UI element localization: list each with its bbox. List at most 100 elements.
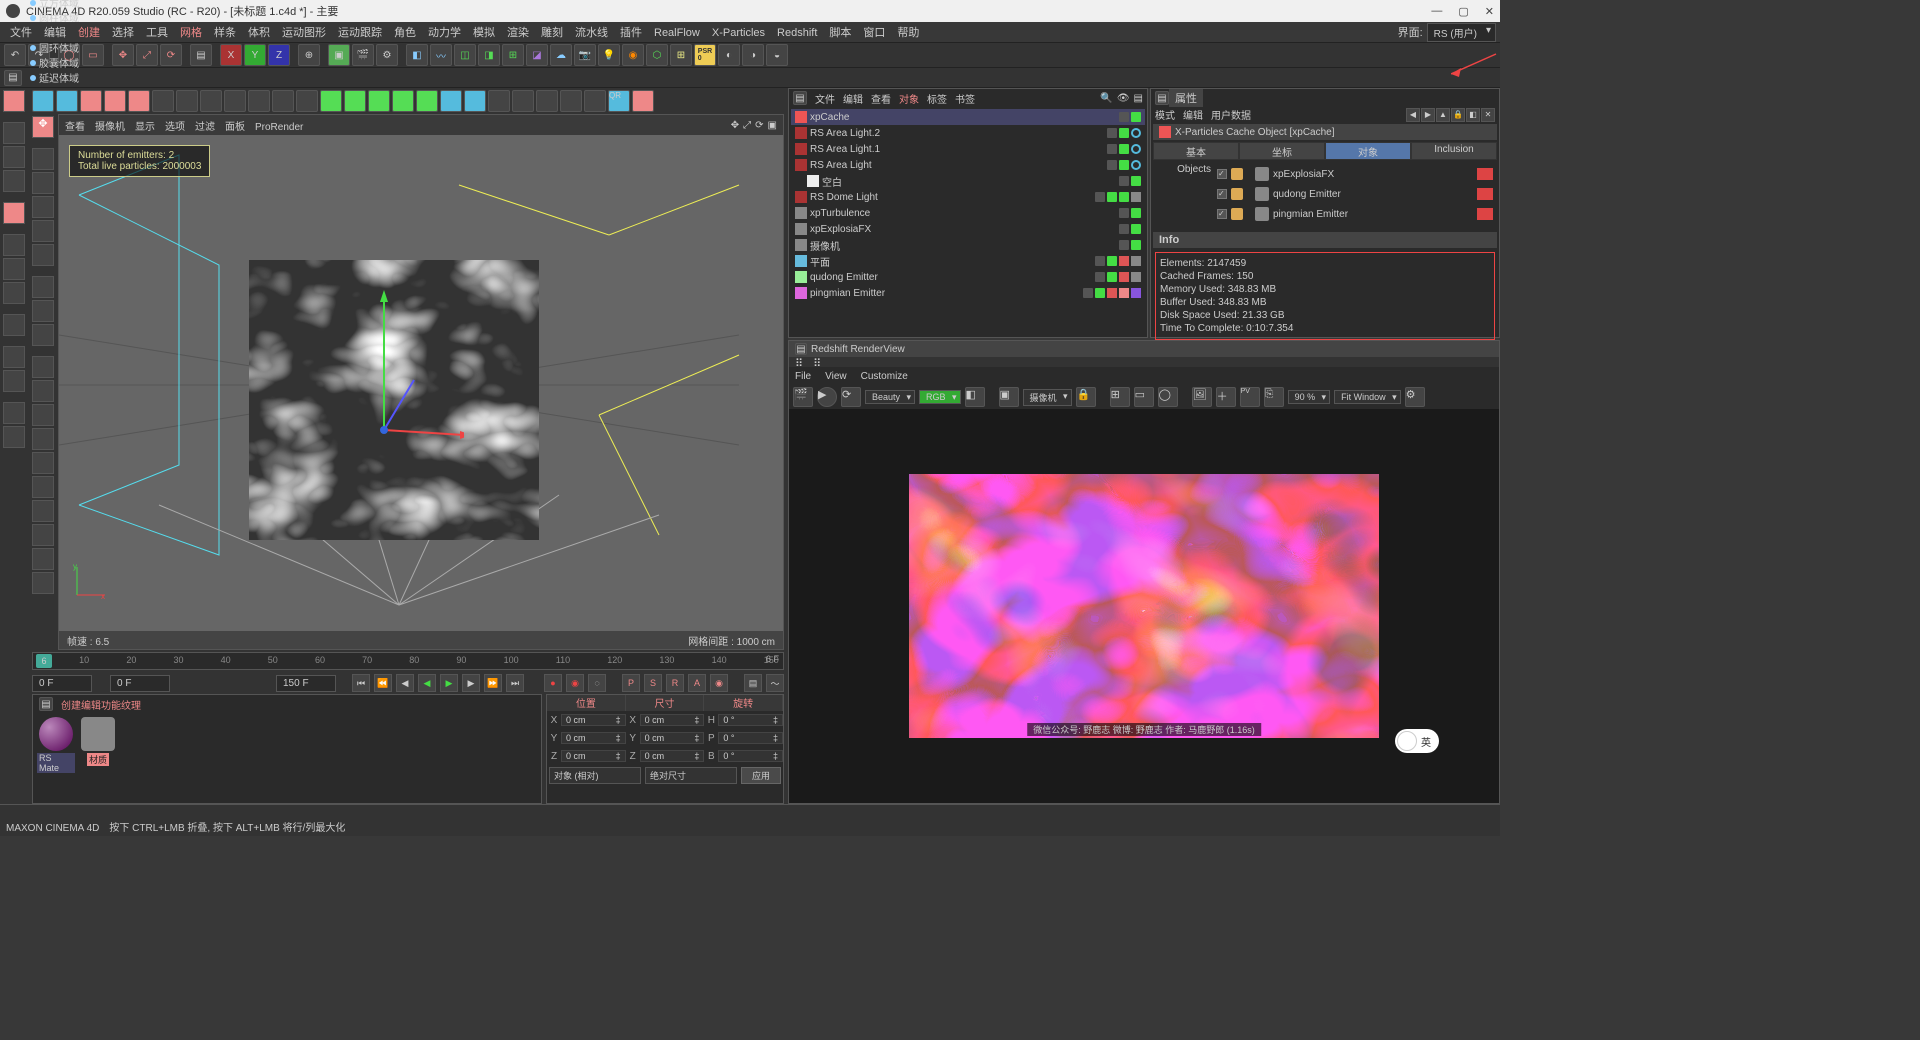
attr-menu-编辑[interactable]: 编辑	[1183, 111, 1203, 122]
vp-menu-查看[interactable]: 查看	[65, 122, 85, 133]
camera-button[interactable]: 📷	[574, 44, 596, 66]
axis-z-button[interactable]: Z	[268, 44, 290, 66]
window-maximize-button[interactable]: ▢	[1458, 5, 1468, 18]
light-button[interactable]: 💡	[598, 44, 620, 66]
prev-frame-button[interactable]: ◀	[396, 674, 414, 692]
vp-tool-4[interactable]	[32, 220, 54, 242]
om-menu-查看[interactable]: 查看	[867, 95, 895, 106]
rv-play-button[interactable]: ▶	[817, 387, 837, 407]
vp-nav-icon-4[interactable]: ▣	[768, 120, 777, 131]
texture-mode-button[interactable]	[3, 146, 25, 168]
xp-btn-10[interactable]	[248, 90, 270, 112]
vp-menu-ProRender[interactable]: ProRender	[255, 122, 303, 133]
layout-dropdown[interactable]: RS (用户)	[1427, 23, 1496, 42]
rv-bucket-icon[interactable]: ⊞	[1110, 387, 1130, 407]
coord-pos-Z[interactable]: 0 cm‡	[561, 750, 626, 762]
attr-obj-row-2[interactable]: pingmian Emitter	[1217, 204, 1493, 224]
rv-aov-dropdown[interactable]: Beauty	[865, 390, 915, 404]
window-minimize-button[interactable]: —	[1431, 5, 1442, 18]
mat-tab-纹理[interactable]: 纹理	[121, 701, 141, 712]
om-object-qudong Emitter[interactable]: qudong Emitter	[791, 269, 1145, 285]
om-object-RS Area Light.2[interactable]: RS Area Light.2	[791, 125, 1145, 141]
axis-y-button[interactable]: Y	[244, 44, 266, 66]
material-slot-2[interactable]: 材质	[79, 717, 117, 799]
om-object-RS Area Light[interactable]: RS Area Light	[791, 157, 1145, 173]
prev-key-button[interactable]: ⏪	[374, 674, 392, 692]
rv-settings-icon[interactable]: ⚙	[1405, 387, 1425, 407]
console-icon[interactable]: ▤	[4, 70, 22, 86]
menu-文件[interactable]: 文件	[4, 27, 38, 39]
render-view-button[interactable]: ▣	[328, 44, 350, 66]
xp-btn-13[interactable]	[320, 90, 342, 112]
pos-key-button[interactable]: P	[622, 674, 640, 692]
om-object-pingmian Emitter[interactable]: pingmian Emitter	[791, 285, 1145, 301]
vp-tool-10[interactable]	[32, 380, 54, 402]
ime-indicator[interactable]: 英	[1395, 729, 1439, 753]
make-editable-button[interactable]	[3, 90, 25, 112]
vp-menu-面板[interactable]: 面板	[225, 122, 245, 133]
vp-tool-8[interactable]	[32, 324, 54, 346]
play-backward-button[interactable]: ◀	[418, 674, 436, 692]
rv-viewport[interactable]: 微信公众号: 野鹿志 微博: 野鹿志 作者: 马鹿野郎 (1.16s) 英	[789, 409, 1499, 803]
spline-button[interactable]: 〰	[430, 44, 452, 66]
rv-copy-icon[interactable]: ⎘	[1264, 387, 1284, 407]
xp-btn-23[interactable]	[560, 90, 582, 112]
vp-tool-17[interactable]	[32, 548, 54, 570]
attr-nav-back[interactable]: ◀	[1406, 108, 1420, 122]
environment-button[interactable]: ☁	[550, 44, 572, 66]
om-search-icon[interactable]: 🔍	[1100, 93, 1112, 104]
vp-tool-11[interactable]	[32, 404, 54, 426]
history-button[interactable]: ▤	[190, 44, 212, 66]
menu-渲染[interactable]: 渲染	[501, 27, 535, 39]
coord-pos-X[interactable]: 0 cm‡	[561, 714, 626, 726]
vp-tool-14[interactable]	[32, 476, 54, 498]
vp-menu-选项[interactable]: 选项	[165, 122, 185, 133]
vp-tool-12[interactable]	[32, 428, 54, 450]
xp-btn-9[interactable]	[224, 90, 246, 112]
render-settings-button[interactable]: ⚙	[376, 44, 398, 66]
om-menu-对象[interactable]: 对象	[895, 95, 923, 106]
menu-X-Particles[interactable]: X-Particles	[706, 27, 771, 39]
mat-tab-创建[interactable]: 创建	[61, 701, 81, 712]
rot-key-button[interactable]: R	[666, 674, 684, 692]
menu-雕刻[interactable]: 雕刻	[535, 27, 569, 39]
xp-btn-6[interactable]	[152, 90, 174, 112]
vp-tool-15[interactable]	[32, 500, 54, 522]
rv-crop-icon[interactable]: ▣	[999, 387, 1019, 407]
generator-button[interactable]: ◫	[454, 44, 476, 66]
attr-menu-icon[interactable]: ▤	[1155, 91, 1169, 105]
deformer-button[interactable]: ◪	[526, 44, 548, 66]
vp-nav-icon-3[interactable]: ⟳	[755, 120, 763, 131]
vp-tool-5[interactable]	[32, 244, 54, 266]
om-object-摄像机[interactable]: 摄像机	[791, 237, 1145, 253]
om-menu-编辑[interactable]: 编辑	[839, 95, 867, 106]
vp-tool-16[interactable]	[32, 524, 54, 546]
rv-region-icon[interactable]: ▭	[1134, 387, 1154, 407]
rv-color-icon[interactable]: ◧	[965, 387, 985, 407]
tool-button-2[interactable]: ◑	[742, 44, 764, 66]
tool-button-3[interactable]: ◒	[766, 44, 788, 66]
range-end-field[interactable]: 150 F	[276, 675, 336, 692]
mat-tab-功能[interactable]: 功能	[101, 701, 121, 712]
mat-menu-icon[interactable]: ▤	[39, 697, 53, 711]
attr-new-icon[interactable]: ◧	[1466, 108, 1480, 122]
attr-nav-fwd[interactable]: ▶	[1421, 108, 1435, 122]
goto-end-button[interactable]: ⏭	[506, 674, 524, 692]
menu-RealFlow[interactable]: RealFlow	[648, 27, 706, 39]
next-frame-button[interactable]: ▶	[462, 674, 480, 692]
coord-system-button[interactable]: ⊕	[298, 44, 320, 66]
range-start-field[interactable]: 0 F	[32, 675, 92, 692]
xp-btn-3[interactable]	[80, 90, 102, 112]
xp-emitter-button[interactable]	[56, 90, 78, 112]
attr-obj-row-1[interactable]: qudong Emitter	[1217, 184, 1493, 204]
object-mode-button[interactable]	[3, 202, 25, 224]
next-key-button[interactable]: ⏩	[484, 674, 502, 692]
om-menu-文件[interactable]: 文件	[811, 95, 839, 106]
menu-选择[interactable]: 选择	[106, 27, 140, 39]
autokey-button[interactable]: ◉	[566, 674, 584, 692]
rv-add-snapshot-icon[interactable]: ＋	[1216, 387, 1236, 407]
timeline-ruler[interactable]: 6 6102030405060708090100110120130140150 …	[32, 652, 784, 670]
rv-menu-File[interactable]: File	[795, 371, 811, 382]
xp-btn-8[interactable]	[200, 90, 222, 112]
menu-窗口[interactable]: 窗口	[857, 27, 891, 39]
